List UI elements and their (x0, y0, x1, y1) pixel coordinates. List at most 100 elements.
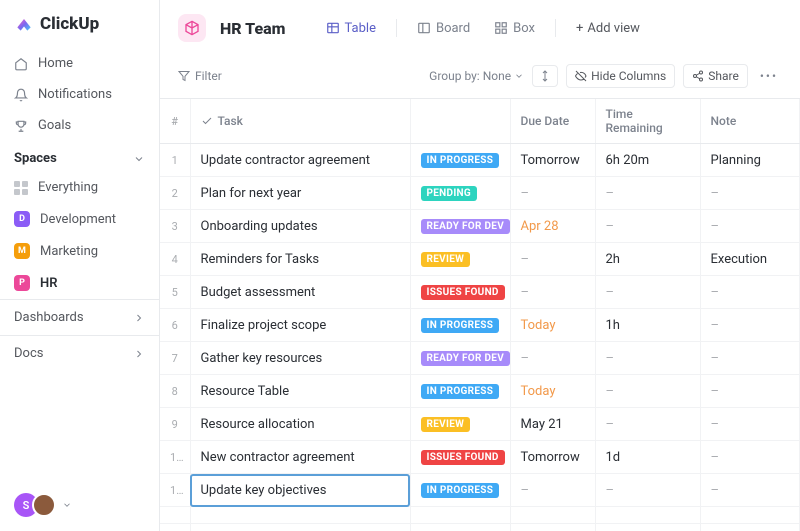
time-cell[interactable]: – (595, 342, 700, 375)
table-row[interactable]: 4Reminders for TasksREVIEW–2hExecution (160, 243, 800, 276)
view-tab-table[interactable]: Table (318, 16, 384, 41)
sidebar-space-development[interactable]: DDevelopment (0, 203, 159, 235)
col-note[interactable]: Note (700, 99, 800, 144)
status-cell[interactable]: IN PROGRESS (410, 144, 510, 177)
status-badge: IN PROGRESS (421, 153, 500, 168)
col-number[interactable]: # (160, 99, 190, 144)
groupby-control[interactable]: Group by: None (429, 69, 524, 83)
status-cell[interactable]: READY FOR DEV (410, 342, 510, 375)
add-view-button[interactable]: + Add view (568, 16, 648, 41)
nav-dashboards[interactable]: Dashboards (0, 299, 159, 335)
nav-everything[interactable]: Everything (0, 172, 159, 203)
sidebar-space-marketing[interactable]: MMarketing (0, 235, 159, 267)
table-row[interactable]: 9Resource allocationREVIEWMay 21–– (160, 408, 800, 441)
due-cell[interactable]: Tomorrow (510, 144, 595, 177)
note-cell[interactable]: – (700, 210, 800, 243)
time-cell[interactable]: – (595, 210, 700, 243)
time-cell[interactable]: 2h (595, 243, 700, 276)
board-icon (417, 21, 431, 35)
note-cell[interactable]: – (700, 408, 800, 441)
task-name-cell[interactable]: Finalize project scope (190, 309, 410, 342)
more-menu[interactable]: ••• (756, 69, 782, 83)
due-cell[interactable]: – (510, 243, 595, 276)
due-cell[interactable]: May 21 (510, 408, 595, 441)
note-cell[interactable]: – (700, 276, 800, 309)
avatar[interactable] (32, 493, 56, 517)
time-cell[interactable]: 6h 20m (595, 144, 700, 177)
task-name-cell[interactable]: Gather key resources (190, 342, 410, 375)
task-name-cell[interactable]: Reminders for Tasks (190, 243, 410, 276)
hide-columns-button[interactable]: Hide Columns (566, 64, 675, 88)
task-name-cell[interactable]: Plan for next year (190, 177, 410, 210)
due-cell[interactable]: – (510, 276, 595, 309)
table-row[interactable]: 1Update contractor agreementIN PROGRESST… (160, 144, 800, 177)
app-logo[interactable]: ClickUp (0, 14, 159, 48)
due-cell[interactable]: – (510, 342, 595, 375)
time-cell[interactable]: – (595, 276, 700, 309)
time-cell[interactable]: – (595, 474, 700, 507)
due-cell[interactable]: Tomorrow (510, 441, 595, 474)
table-row[interactable]: 5Budget assessmentISSUES FOUND––– (160, 276, 800, 309)
filter-button[interactable]: Filter (178, 69, 222, 83)
user-avatars[interactable]: S (0, 479, 159, 531)
task-name-cell[interactable]: Update contractor agreement (190, 144, 410, 177)
sort-button[interactable] (532, 65, 558, 87)
task-name-cell[interactable]: Resource Table (190, 375, 410, 408)
time-cell[interactable]: – (595, 375, 700, 408)
note-cell[interactable]: – (700, 177, 800, 210)
note-cell[interactable]: – (700, 441, 800, 474)
share-button[interactable]: Share (683, 64, 748, 88)
view-tab-box[interactable]: Box (486, 16, 543, 41)
note-cell[interactable]: – (700, 309, 800, 342)
row-number: 7 (160, 342, 190, 375)
task-name-cell[interactable]: Update key objectives (190, 474, 410, 507)
col-time[interactable]: Time Remaining (595, 99, 700, 144)
due-cell[interactable]: Today (510, 309, 595, 342)
table-row[interactable]: 2Plan for next yearPENDING––– (160, 177, 800, 210)
table-row[interactable]: 8Resource TableIN PROGRESSToday–– (160, 375, 800, 408)
status-cell[interactable]: IN PROGRESS (410, 375, 510, 408)
task-name-cell[interactable]: Onboarding updates (190, 210, 410, 243)
space-badge[interactable] (178, 14, 206, 42)
status-cell[interactable]: IN PROGRESS (410, 474, 510, 507)
table-row[interactable]: 10New contractor agreementISSUES FOUNDTo… (160, 441, 800, 474)
task-name-cell[interactable]: Resource allocation (190, 408, 410, 441)
note-cell[interactable]: Planning (700, 144, 800, 177)
status-cell[interactable]: ISSUES FOUND (410, 441, 510, 474)
status-cell[interactable]: IN PROGRESS (410, 309, 510, 342)
task-name-cell[interactable]: Budget assessment (190, 276, 410, 309)
note-cell[interactable]: Execution (700, 243, 800, 276)
table-row[interactable]: 7Gather key resourcesREADY FOR DEV––– (160, 342, 800, 375)
time-cell[interactable]: 1h (595, 309, 700, 342)
due-cell[interactable]: Today (510, 375, 595, 408)
due-cell[interactable]: – (510, 474, 595, 507)
note-cell[interactable]: – (700, 474, 800, 507)
table-row[interactable]: 6Finalize project scopeIN PROGRESSToday1… (160, 309, 800, 342)
nav-home[interactable]: Home (0, 48, 159, 79)
nav-docs[interactable]: Docs (0, 335, 159, 371)
status-cell[interactable]: REVIEW (410, 243, 510, 276)
table-row[interactable]: 3Onboarding updatesREADY FOR DEVApr 28–– (160, 210, 800, 243)
sidebar-space-hr[interactable]: PHR (0, 267, 159, 299)
time-cell[interactable]: – (595, 177, 700, 210)
task-name-cell[interactable]: New contractor agreement (190, 441, 410, 474)
chevron-down-icon (514, 71, 524, 81)
col-due[interactable]: Due Date (510, 99, 595, 144)
status-cell[interactable]: ISSUES FOUND (410, 276, 510, 309)
nav-notifications[interactable]: Notifications (0, 79, 159, 110)
table-row[interactable]: 11Update key objectivesIN PROGRESS––– (160, 474, 800, 507)
note-cell[interactable]: – (700, 375, 800, 408)
status-cell[interactable]: PENDING (410, 177, 510, 210)
col-task[interactable]: Task (190, 99, 410, 144)
view-tab-board[interactable]: Board (409, 16, 478, 41)
nav-goals[interactable]: Goals (0, 110, 159, 141)
status-cell[interactable]: REVIEW (410, 408, 510, 441)
col-status[interactable] (410, 99, 510, 144)
status-cell[interactable]: READY FOR DEV (410, 210, 510, 243)
due-cell[interactable]: Apr 28 (510, 210, 595, 243)
time-cell[interactable]: 1d (595, 441, 700, 474)
due-cell[interactable]: – (510, 177, 595, 210)
time-cell[interactable]: – (595, 408, 700, 441)
note-cell[interactable]: – (700, 342, 800, 375)
spaces-header[interactable]: Spaces (0, 141, 159, 172)
